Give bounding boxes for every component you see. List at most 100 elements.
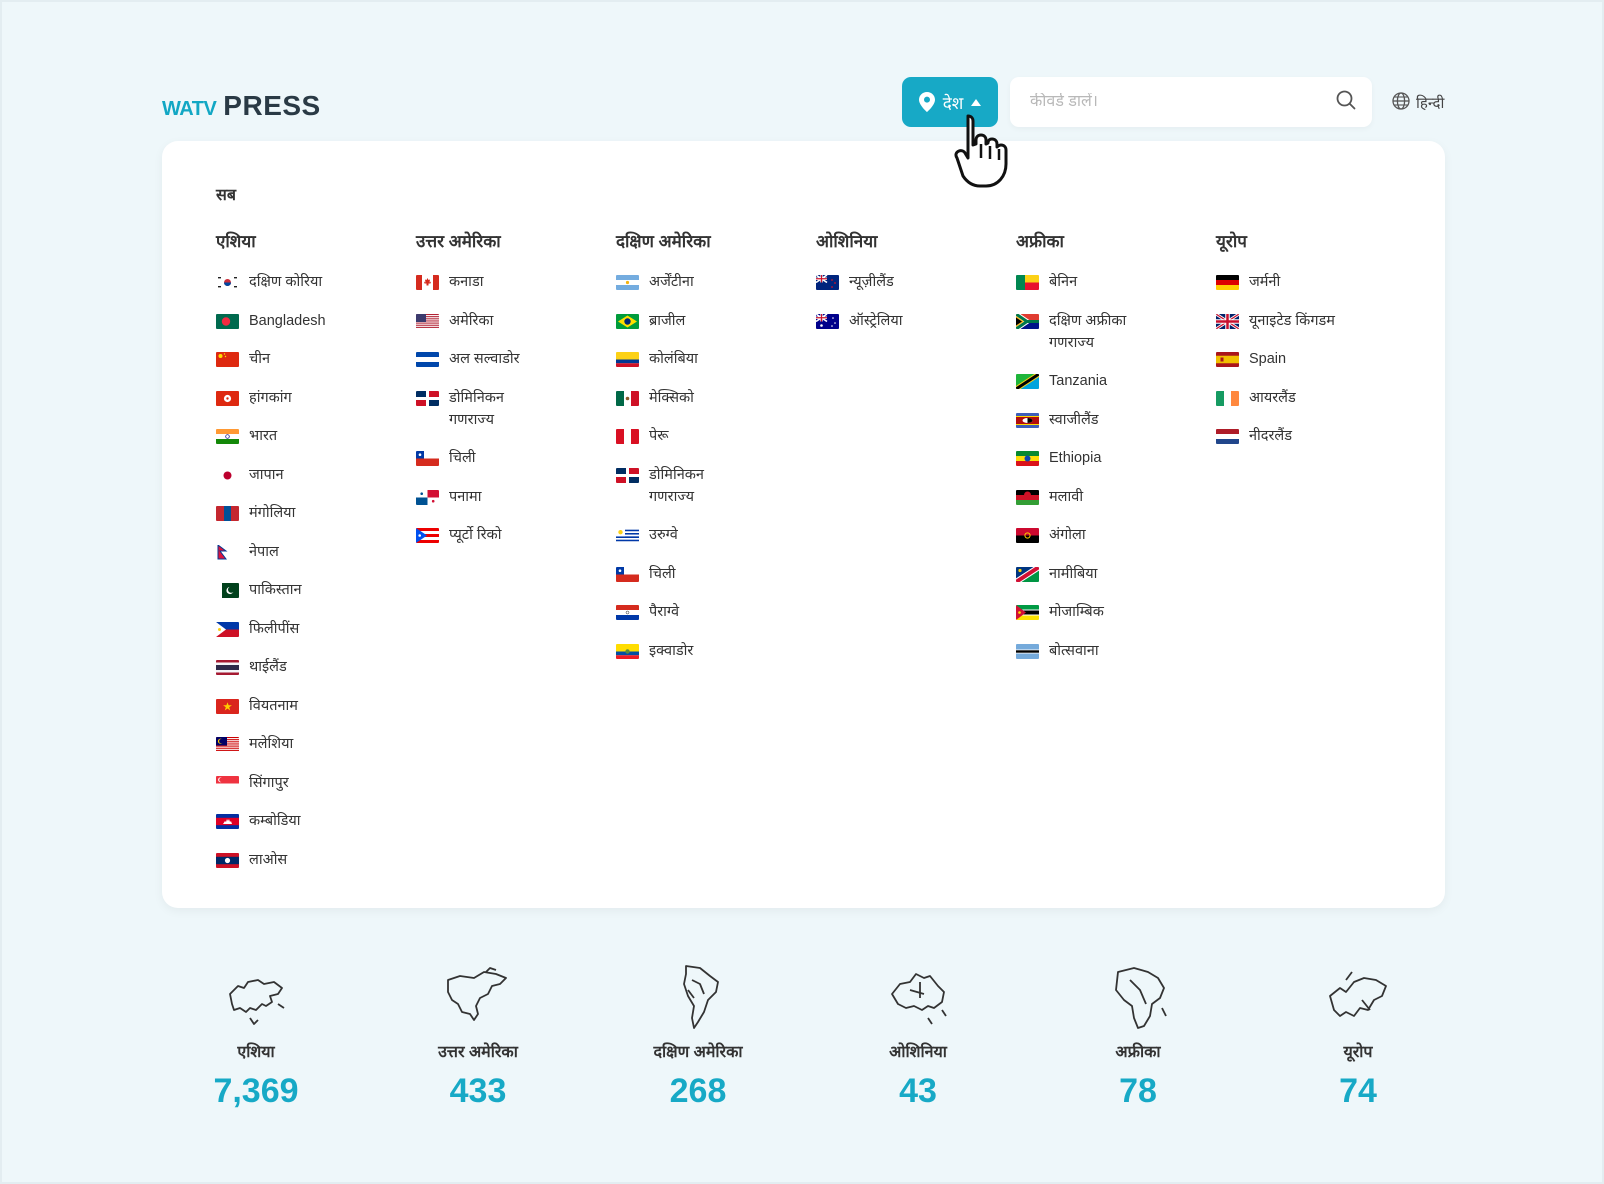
country-item[interactable]: कोलंबिया — [616, 348, 816, 370]
search-icon[interactable] — [1336, 90, 1356, 115]
country-label: प्यूर्टो रिको — [449, 527, 502, 543]
region-heading[interactable]: दक्षिण अमेरिका — [616, 229, 816, 251]
country-item[interactable]: अल सल्वाडोर — [416, 348, 616, 370]
country-item[interactable]: इक्वाडोर — [616, 640, 816, 662]
country-item[interactable]: कनाडा — [416, 271, 616, 293]
country-item[interactable]: Bangladesh — [216, 310, 416, 332]
location-pin-icon — [918, 92, 935, 112]
country-label: आयरलैंड — [1249, 389, 1296, 406]
stat-north-america[interactable]: उत्तर अमेरिका 433 — [388, 960, 568, 1111]
stat-name: ओशिनिया — [889, 1044, 947, 1061]
country-item[interactable]: Tanzania — [1016, 370, 1216, 392]
region-heading[interactable]: एशिया — [216, 229, 416, 251]
stat-oceania[interactable]: ओशिनिया 43 — [828, 960, 1008, 1111]
country-label: कनाडा — [449, 274, 484, 290]
site-logo[interactable]: WATV PRESS — [162, 90, 321, 122]
country-item[interactable]: पाकिस्तान — [216, 579, 416, 601]
country-label: नामीबिया — [1049, 565, 1098, 582]
region-column: ओशिनिया न्यूज़ीलैंड ऑस्ट्रेलिया — [816, 229, 1016, 348]
country-item[interactable]: डोमिनिकन गणराज्य — [416, 387, 616, 431]
country-item[interactable]: जर्मनी — [1216, 271, 1416, 293]
country-item[interactable]: मंगोलिया — [216, 502, 416, 524]
country-item[interactable]: मलावी — [1016, 486, 1216, 508]
country-item[interactable]: भारत — [216, 425, 416, 447]
country-item[interactable]: प्यूर्टो रिको — [416, 524, 616, 546]
country-item[interactable]: मेक्सिको — [616, 387, 816, 409]
country-item[interactable]: दक्षिण कोरिया — [216, 271, 416, 293]
country-item[interactable]: थाईलैंड — [216, 656, 416, 678]
flag-ec-icon — [616, 643, 639, 659]
country-selector-label: देश — [942, 93, 964, 113]
hand-cursor-icon — [954, 114, 1008, 188]
country-item[interactable]: डोमिनिकन गणराज्य — [616, 464, 816, 508]
country-item[interactable]: नामीबिया — [1016, 563, 1216, 585]
country-item[interactable]: सिंगापुर — [216, 772, 416, 794]
europe-map-icon — [1329, 971, 1387, 1017]
country-item[interactable]: आयरलैंड — [1216, 387, 1416, 409]
flag-nz-icon — [816, 275, 839, 290]
flag-uy-icon — [616, 528, 639, 543]
flag-za-icon — [1016, 313, 1039, 329]
country-item[interactable]: फिलीपींस — [216, 618, 416, 640]
search-input[interactable] — [1030, 93, 1336, 111]
country-item[interactable]: कम्बोडिया — [216, 810, 416, 832]
country-item[interactable]: हांगकांग — [216, 387, 416, 409]
flag-cl-icon — [416, 451, 439, 466]
region-heading[interactable]: ओशिनिया — [816, 229, 1016, 251]
country-item[interactable]: यूनाइटेड किंगडम — [1216, 310, 1416, 332]
flag-sv-icon — [416, 352, 439, 367]
country-label: यूनाइटेड किंगडम — [1249, 312, 1335, 329]
country-item[interactable]: बोत्सवाना — [1016, 640, 1216, 662]
country-item[interactable]: न्यूज़ीलैंड — [816, 271, 1016, 293]
country-item[interactable]: अर्जेंटीना — [616, 271, 816, 293]
region-heading[interactable]: उत्तर अमेरिका — [416, 229, 616, 251]
country-item[interactable]: लाओस — [216, 849, 416, 871]
country-item[interactable]: Spain — [1216, 348, 1416, 370]
country-item[interactable]: Ethiopia — [1016, 447, 1216, 469]
country-item[interactable]: पैराग्वे — [616, 601, 816, 623]
stat-asia[interactable]: एशिया 7,369 — [166, 960, 346, 1111]
country-item[interactable]: उरुग्वे — [616, 524, 816, 546]
country-label: पेरू — [649, 428, 669, 444]
country-item[interactable]: अंगोला — [1016, 524, 1216, 546]
all-countries-option[interactable]: सब — [216, 183, 236, 205]
region-heading[interactable]: अफ्रीका — [1016, 229, 1216, 251]
country-item[interactable]: दक्षिण अफ्रीका गणराज्य — [1016, 310, 1216, 354]
stat-name: उत्तर अमेरिका — [438, 1044, 518, 1061]
country-item[interactable]: नीदरलैंड — [1216, 425, 1416, 447]
country-label: लाओस — [249, 851, 288, 868]
country-item[interactable]: अमेरिका — [416, 310, 616, 332]
country-item[interactable]: ऑस्ट्रेलिया — [816, 310, 1016, 332]
flag-bj-icon — [1016, 275, 1039, 290]
language-selector[interactable]: हिन्दी — [1392, 92, 1444, 114]
country-item[interactable]: नेपाल — [216, 541, 416, 563]
country-item[interactable]: पेरू — [616, 425, 816, 447]
country-item[interactable]: जापान — [216, 464, 416, 486]
stat-south-america[interactable]: दक्षिण अमेरिका 268 — [608, 960, 788, 1111]
region-heading[interactable]: यूरोप — [1216, 229, 1416, 251]
country-label: चिली — [649, 565, 676, 582]
country-item[interactable]: चिली — [616, 563, 816, 585]
country-item[interactable]: चिली — [416, 447, 616, 469]
flag-cn-icon — [216, 352, 239, 367]
country-item[interactable]: बेनिन — [1016, 271, 1216, 293]
flag-np-icon — [216, 544, 239, 560]
country-label: कम्बोडिया — [249, 813, 301, 829]
flag-sg-icon — [216, 775, 239, 791]
flag-pr-icon — [416, 528, 439, 543]
country-item[interactable]: वियतनाम — [216, 695, 416, 717]
country-label: जापान — [249, 466, 284, 483]
country-item[interactable]: मलेशिया — [216, 733, 416, 755]
stat-europe[interactable]: यूरोप 74 — [1268, 960, 1448, 1111]
stat-name: यूरोप — [1343, 1044, 1373, 1061]
flag-mx-icon — [616, 390, 639, 406]
stat-africa[interactable]: अफ्रीका 78 — [1048, 960, 1228, 1111]
country-item[interactable]: मोजाम्बिक — [1016, 601, 1216, 623]
country-label: दक्षिण कोरिया — [249, 274, 323, 290]
country-label: ऑस्ट्रेलिया — [849, 312, 903, 329]
country-item[interactable]: स्वाजीलैंड — [1016, 409, 1216, 431]
country-item[interactable]: चीन — [216, 348, 416, 370]
country-item[interactable]: पनामा — [416, 486, 616, 508]
country-label: डोमिनिकन गणराज्य — [449, 389, 504, 428]
country-item[interactable]: ब्राजील — [616, 310, 816, 332]
